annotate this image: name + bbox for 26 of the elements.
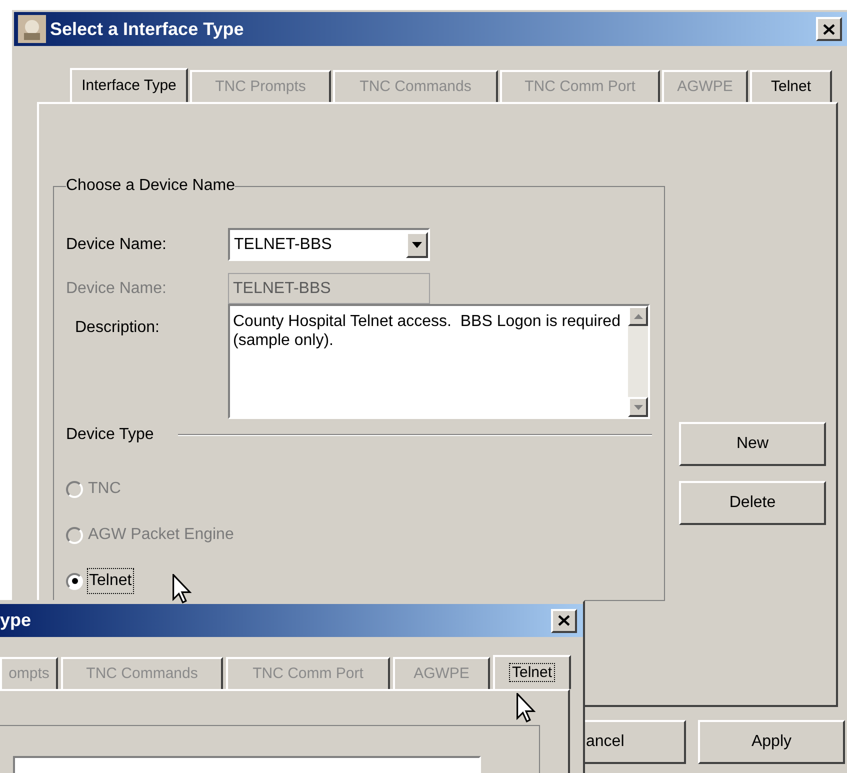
field-label: Device Name:	[66, 278, 168, 298]
close-icon	[823, 24, 835, 34]
window-title: ype	[0, 609, 32, 632]
field-label: Description:	[74, 318, 160, 338]
radio-option[interactable]: Telnet	[66, 569, 133, 593]
section-label: Device Type	[66, 425, 155, 445]
scrollbar[interactable]	[628, 306, 648, 417]
device-name-dropdown[interactable]: TELNET-BBS	[228, 228, 430, 261]
scroll-up-icon[interactable]	[628, 306, 648, 326]
tab[interactable]: Interface Type	[70, 68, 188, 102]
mouse-pointer-icon	[516, 693, 536, 723]
description-field[interactable]: County Hospital Telnet access. BBS Logon is required (sample only).	[228, 304, 650, 419]
app-icon	[18, 15, 46, 43]
close-icon	[558, 615, 570, 626]
scroll-down-icon[interactable]	[628, 397, 648, 417]
tab[interactable]: Telnet	[493, 655, 571, 689]
dialog-button[interactable]: New	[679, 422, 826, 466]
tab[interactable]: Telnet	[750, 70, 832, 102]
close-button[interactable]	[551, 608, 577, 632]
close-button[interactable]	[816, 17, 842, 41]
mouse-pointer-icon	[172, 574, 192, 604]
group-title: Choose a Device Name	[66, 176, 235, 196]
window-title: Select a Interface Type	[50, 18, 244, 41]
dialog-button[interactable]: Apply	[698, 720, 845, 764]
field-label: Device Name:	[66, 234, 168, 254]
dialog-button[interactable]: Delete	[679, 481, 826, 525]
